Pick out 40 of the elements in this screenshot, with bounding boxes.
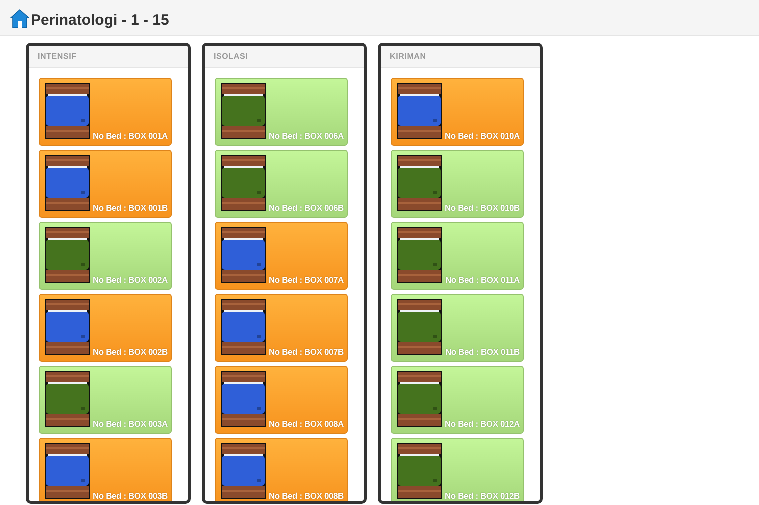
bed-label: No Bed : BOX 002A bbox=[92, 275, 168, 285]
bed-card[interactable]: No Bed : BOX 012B bbox=[391, 438, 524, 501]
bed-label: No Bed : BOX 006B bbox=[268, 203, 344, 213]
bed-label: No Bed : BOX 012A bbox=[444, 419, 520, 429]
page-title: Perinatologi - 1 - 15 bbox=[31, 12, 170, 29]
bed-card[interactable]: No Bed : BOX 002B bbox=[39, 294, 172, 362]
bed-label: No Bed : BOX 001A bbox=[92, 131, 168, 141]
bed-label: No Bed : BOX 006A bbox=[268, 131, 344, 141]
bed-label: No Bed : BOX 007B bbox=[268, 347, 344, 357]
bed-label: No Bed : BOX 008A bbox=[268, 419, 344, 429]
panel-title: ISOLASI bbox=[214, 52, 248, 61]
bed-label: No Bed : BOX 011B bbox=[445, 347, 520, 357]
bed-label: No Bed : BOX 003A bbox=[92, 419, 168, 429]
bed-card[interactable]: No Bed : BOX 001B bbox=[39, 150, 172, 218]
bed-label: No Bed : BOX 010B bbox=[444, 203, 520, 213]
bed-card[interactable]: No Bed : BOX 003A bbox=[39, 366, 172, 434]
bed-label: No Bed : BOX 012B bbox=[444, 491, 520, 501]
bed-card[interactable]: No Bed : BOX 006A bbox=[215, 78, 348, 146]
bed-label: No Bed : BOX 002B bbox=[92, 347, 168, 357]
panel-title: INTENSIF bbox=[38, 52, 77, 61]
bed-label: No Bed : BOX 001B bbox=[92, 203, 168, 213]
panel-title: KIRIMAN bbox=[390, 52, 426, 61]
bed-card[interactable]: No Bed : BOX 007A bbox=[215, 222, 348, 290]
bed-card[interactable]: No Bed : BOX 011B bbox=[391, 294, 524, 362]
bed-card[interactable]: No Bed : BOX 002A bbox=[39, 222, 172, 290]
bed-card[interactable]: No Bed : BOX 006B bbox=[215, 150, 348, 218]
bed-card[interactable]: No Bed : BOX 010B bbox=[391, 150, 524, 218]
bed-label: No Bed : BOX 011A bbox=[445, 275, 520, 285]
bed-card[interactable]: No Bed : BOX 010A bbox=[391, 78, 524, 146]
bed-card[interactable]: No Bed : BOX 011A bbox=[391, 222, 524, 290]
bed-label: No Bed : BOX 008B bbox=[268, 491, 344, 501]
bed-card[interactable]: No Bed : BOX 003B bbox=[39, 438, 172, 501]
bed-card[interactable]: No Bed : BOX 001A bbox=[39, 78, 172, 146]
bed-card[interactable]: No Bed : BOX 008A bbox=[215, 366, 348, 434]
bed-card[interactable]: No Bed : BOX 008B bbox=[215, 438, 348, 501]
bed-label: No Bed : BOX 007A bbox=[268, 275, 344, 285]
bed-label: No Bed : BOX 003B bbox=[92, 491, 168, 501]
bed-card[interactable]: No Bed : BOX 007B bbox=[215, 294, 348, 362]
bed-label: No Bed : BOX 010A bbox=[444, 131, 520, 141]
bed-card[interactable]: No Bed : BOX 012A bbox=[391, 366, 524, 434]
